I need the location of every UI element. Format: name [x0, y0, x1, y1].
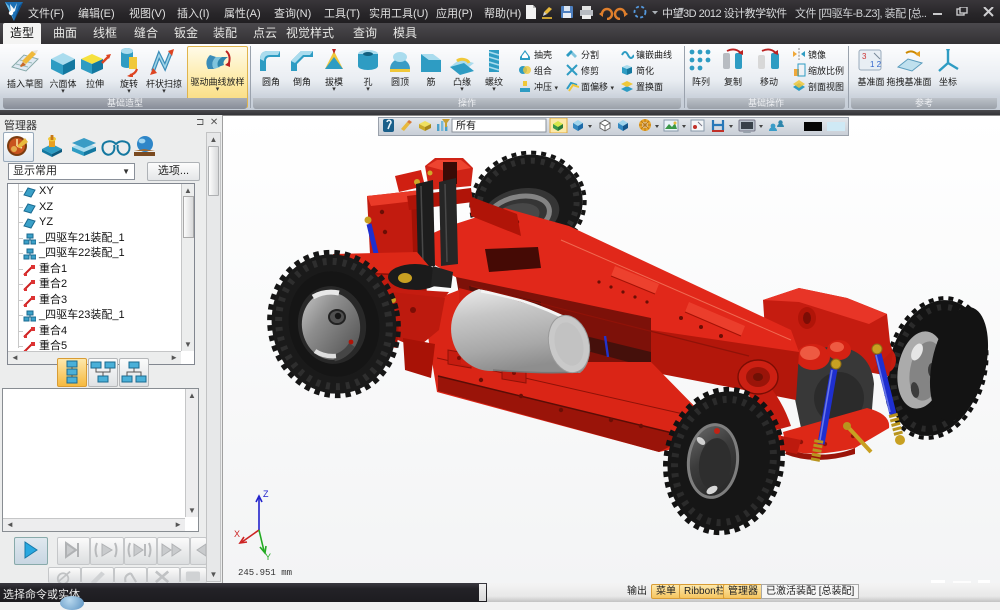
svg-text:Z: Z — [263, 489, 269, 499]
svg-text:X: X — [234, 529, 240, 539]
svg-text:3: 3 — [862, 52, 867, 61]
svg-text:Y: Y — [265, 552, 271, 562]
